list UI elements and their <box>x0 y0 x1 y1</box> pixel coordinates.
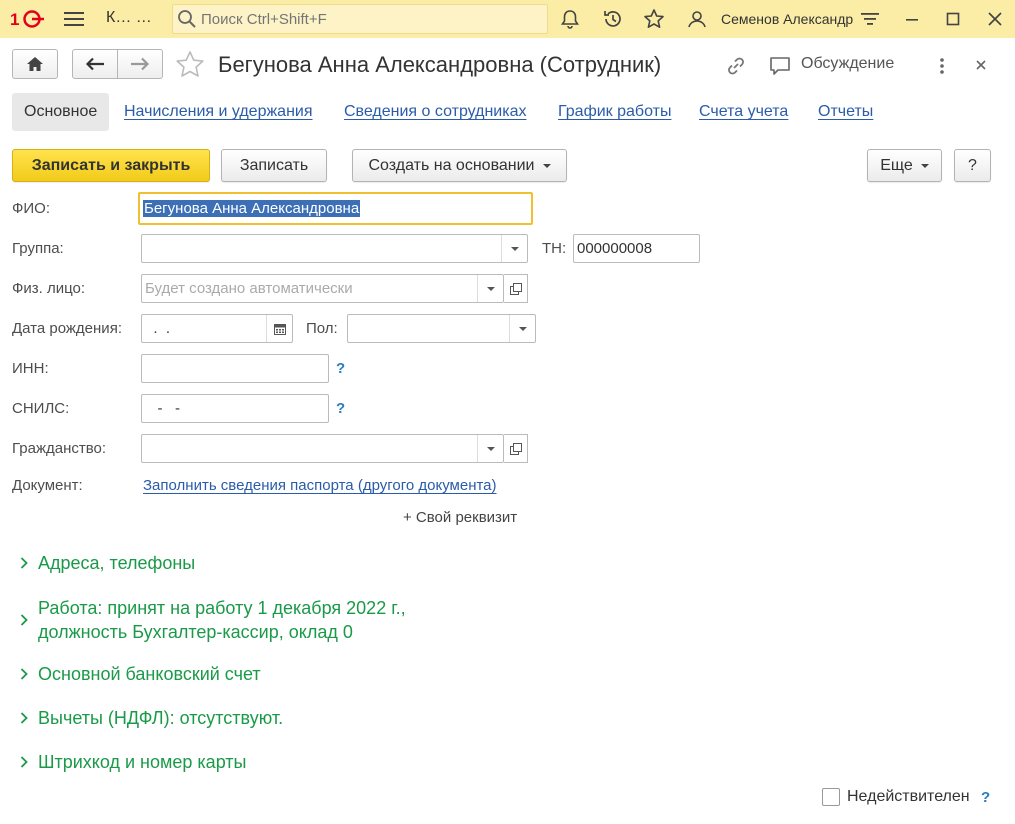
group-barcode[interactable]: Штрихкод и номер карты <box>14 750 247 774</box>
sex-select[interactable] <box>347 314 536 343</box>
tab-accruals[interactable]: Начисления и удержания <box>124 93 313 131</box>
save-button[interactable]: Записать <box>221 149 327 182</box>
global-search[interactable] <box>172 4 548 34</box>
minimize-icon[interactable] <box>901 8 923 30</box>
tab-employee-info[interactable]: Сведения о сотрудниках <box>344 93 526 131</box>
discussion-button[interactable]: Обсуждение <box>801 55 894 73</box>
invalid-label[interactable]: Недействителен <box>847 788 970 806</box>
title-bar: 1 К… … Семенов Александр <box>0 0 1015 38</box>
inn-input[interactable] <box>141 354 329 383</box>
close-window-icon[interactable] <box>984 8 1006 30</box>
group-dropdown-button[interactable] <box>501 235 527 262</box>
add-requisite-button[interactable]: + Свой реквизит <box>403 509 517 526</box>
chevron-down-icon <box>920 163 929 168</box>
citizenship-select[interactable] <box>141 434 504 463</box>
calendar-button[interactable] <box>266 315 292 342</box>
more-button[interactable]: Еще <box>867 149 942 182</box>
home-icon <box>27 57 43 71</box>
snils-help[interactable]: ? <box>336 400 345 417</box>
tab-accounts[interactable]: Счета учета <box>699 93 788 131</box>
tab-schedule[interactable]: График работы <box>558 93 671 131</box>
back-button[interactable] <box>72 49 118 79</box>
chevron-down-icon <box>542 163 551 168</box>
snils-label: СНИЛС: <box>12 400 70 417</box>
birthdate-label: Дата рождения: <box>12 320 122 337</box>
tn-input[interactable]: 000000008 <box>573 234 700 263</box>
link-icon[interactable] <box>725 55 747 77</box>
person-select[interactable]: Будет создано автоматически <box>141 274 504 303</box>
person-label: Физ. лицо: <box>12 280 86 297</box>
snils-input[interactable]: - - <box>141 394 329 423</box>
main-menu-icon[interactable] <box>64 10 84 28</box>
chevron-right-icon <box>14 608 34 632</box>
birthdate-input[interactable]: . . <box>141 314 293 343</box>
citizenship-dropdown-button[interactable] <box>477 435 503 462</box>
forward-button[interactable] <box>117 49 163 79</box>
favorites-star-icon[interactable] <box>643 8 665 30</box>
search-icon <box>178 10 196 28</box>
group-deductions[interactable]: Вычеты (НДФЛ): отсутствуют. <box>14 706 283 730</box>
home-button[interactable] <box>12 49 58 79</box>
group-addresses[interactable]: Адреса, телефоны <box>14 551 195 575</box>
search-input[interactable] <box>201 10 531 28</box>
group-label: Группа: <box>12 240 64 257</box>
arrow-right-icon <box>131 57 150 71</box>
group-work[interactable]: Работа: принят на работу 1 декабря 2022 … <box>14 596 406 644</box>
fio-label: ФИО: <box>12 200 51 217</box>
bell-icon[interactable] <box>559 8 581 30</box>
1c-logo-icon[interactable]: 1 <box>10 9 46 29</box>
person-open-button[interactable] <box>504 274 528 303</box>
sex-dropdown-button[interactable] <box>509 315 535 342</box>
app-name[interactable]: К… … <box>106 9 152 27</box>
inn-label: ИНН: <box>12 360 49 377</box>
tn-label: ТН: <box>542 240 567 257</box>
invalid-checkbox[interactable] <box>822 788 840 806</box>
help-button[interactable]: ? <box>954 149 991 182</box>
document-label: Документ: <box>12 477 83 494</box>
chevron-right-icon <box>14 662 34 686</box>
inn-help[interactable]: ? <box>336 360 345 377</box>
page-title: Бегунова Анна Александровна (Сотрудник) <box>218 52 662 77</box>
tab-main[interactable]: Основное <box>12 93 110 131</box>
discussion-icon[interactable] <box>768 55 792 77</box>
citizenship-label: Гражданство: <box>12 440 107 457</box>
fio-input[interactable]: Бегунова Анна Александровна <box>138 192 533 225</box>
chevron-right-icon <box>14 706 34 730</box>
svg-text:1: 1 <box>10 10 19 29</box>
create-based-on-button[interactable]: Создать на основании <box>352 149 567 182</box>
group-select[interactable] <box>141 234 528 263</box>
citizenship-open-button[interactable] <box>504 434 528 463</box>
user-name[interactable]: Семенов Александр <box>721 11 853 27</box>
open-icon <box>509 442 522 455</box>
sex-label: Пол: <box>306 320 338 337</box>
tab-reports[interactable]: Отчеты <box>818 93 873 131</box>
user-icon[interactable] <box>686 8 708 30</box>
person-dropdown-button[interactable] <box>477 275 503 302</box>
chevron-right-icon <box>14 750 34 774</box>
maximize-icon[interactable] <box>942 8 964 30</box>
favorite-star-icon[interactable] <box>175 50 205 78</box>
more-vertical-icon[interactable] <box>936 56 948 76</box>
invalid-help[interactable]: ? <box>981 789 990 806</box>
open-icon <box>509 282 522 295</box>
group-bank-account[interactable]: Основной банковский счет <box>14 662 261 686</box>
close-form-icon[interactable] <box>973 57 989 73</box>
calendar-icon <box>273 323 286 335</box>
fill-passport-link[interactable]: Заполнить сведения паспорта (другого док… <box>143 477 497 494</box>
history-icon[interactable] <box>602 8 624 30</box>
settings-menu-icon[interactable] <box>859 8 881 30</box>
arrow-left-icon <box>85 57 104 71</box>
save-and-close-button[interactable]: Записать и закрыть <box>12 149 210 182</box>
chevron-right-icon <box>14 551 34 575</box>
